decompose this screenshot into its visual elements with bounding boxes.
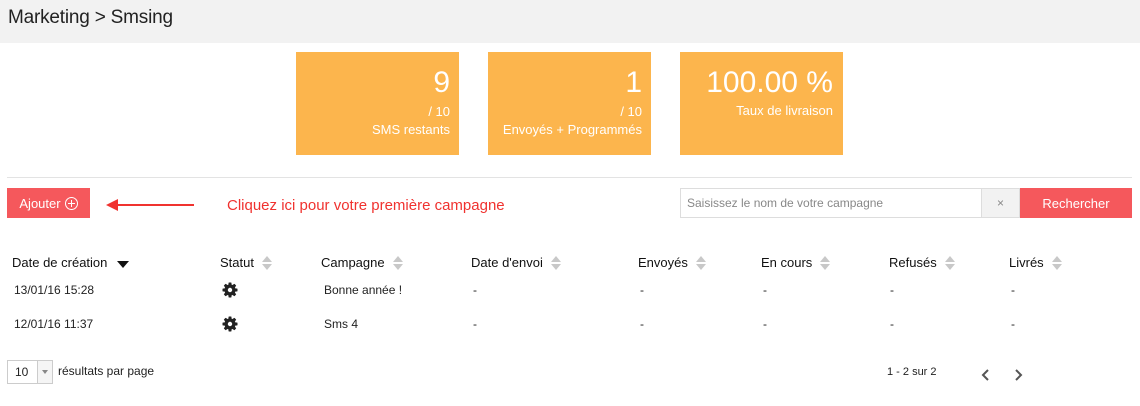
column-header-sent[interactable]: Envoyés xyxy=(638,255,706,270)
cell-sent: - xyxy=(640,317,644,331)
sort-icon xyxy=(1051,255,1062,270)
cell-refused: - xyxy=(890,317,894,331)
per-page-label: résultats par page xyxy=(58,364,155,378)
cell-in-progress: - xyxy=(763,317,767,331)
stat-label: SMS restants xyxy=(371,122,450,137)
cell-delivered: - xyxy=(1011,317,1015,331)
stat-label: Envoyés + Programmés xyxy=(502,122,642,137)
cell-date: 13/01/16 15:28 xyxy=(14,283,95,297)
column-header-send-date[interactable]: Date d'envoi xyxy=(471,255,561,270)
column-header-date-created[interactable]: Date de création xyxy=(12,255,130,270)
stat-delivery-rate: 100.00 % Taux de livraison xyxy=(680,52,843,155)
top-bar: Marketing > Smsing xyxy=(0,0,1140,43)
per-page-select[interactable]: 10 xyxy=(7,360,53,384)
sort-descending-icon xyxy=(117,260,130,268)
gear-icon[interactable] xyxy=(222,316,238,332)
add-campaign-button[interactable]: Ajouter xyxy=(7,188,90,218)
column-header-campaign[interactable]: Campagne xyxy=(321,255,403,270)
pagination-info: 1 - 2 sur 2 xyxy=(887,366,937,378)
column-label: Envoyés xyxy=(638,255,688,270)
sort-icon xyxy=(820,255,831,270)
plus-circle-icon xyxy=(64,196,78,210)
divider xyxy=(7,177,1132,178)
chevron-right-icon[interactable] xyxy=(1012,368,1024,382)
stat-value: 9 xyxy=(433,66,450,99)
column-header-refused[interactable]: Refusés xyxy=(889,255,955,270)
column-header-status[interactable]: Statut xyxy=(220,255,272,270)
stat-value: 100.00 % xyxy=(706,66,833,99)
gear-icon[interactable] xyxy=(222,282,238,298)
stat-value: 1 xyxy=(625,66,642,99)
stat-sent-scheduled: 1 / 10 Envoyés + Programmés xyxy=(488,52,651,155)
sort-icon xyxy=(261,255,272,270)
cell-date: 12/01/16 11:37 xyxy=(14,317,94,331)
first-campaign-hint: Cliquez ici pour votre première campagne xyxy=(227,197,505,214)
column-header-delivered[interactable]: Livrés xyxy=(1009,255,1062,270)
sort-icon xyxy=(392,255,403,270)
stat-total: / 10 xyxy=(428,104,450,119)
cell-in-progress: - xyxy=(763,283,767,297)
column-label: Campagne xyxy=(321,255,385,270)
campaign-search-input[interactable] xyxy=(681,189,981,217)
sort-icon xyxy=(550,255,561,270)
stat-subtext: / 10 Envoyés + Programmés xyxy=(503,103,642,139)
column-label: Date d'envoi xyxy=(471,255,543,270)
cell-send-date: - xyxy=(473,317,477,331)
cell-refused: - xyxy=(890,283,894,297)
column-header-in-progress[interactable]: En cours xyxy=(761,255,831,270)
sort-icon xyxy=(944,255,955,270)
search-box: × xyxy=(680,188,1020,218)
chevron-left-icon[interactable] xyxy=(980,368,992,382)
per-page-value: 10 xyxy=(15,365,29,379)
cell-campaign: Sms 4 xyxy=(324,317,359,331)
column-label: Livrés xyxy=(1009,255,1044,270)
search-button[interactable]: Rechercher xyxy=(1020,188,1132,218)
clear-search-button[interactable]: × xyxy=(981,189,1019,217)
column-label: Date de création xyxy=(12,255,108,270)
cell-delivered: - xyxy=(1011,283,1015,297)
column-label: En cours xyxy=(761,255,813,270)
chevron-down-icon xyxy=(37,361,52,383)
cell-send-date: - xyxy=(473,283,477,297)
stat-sms-remaining: 9 / 10 SMS restants xyxy=(296,52,459,155)
stat-label: Taux de livraison xyxy=(736,103,833,118)
stat-subtext: / 10 SMS restants xyxy=(372,103,450,139)
cell-campaign: Bonne année ! xyxy=(324,283,403,297)
stat-total: / 10 xyxy=(620,104,642,119)
breadcrumb: Marketing > Smsing xyxy=(8,7,173,28)
column-label: Statut xyxy=(220,255,254,270)
arrow-left-icon xyxy=(106,199,194,211)
cell-sent: - xyxy=(640,283,644,297)
sort-icon xyxy=(695,255,706,270)
add-button-label: Ajouter xyxy=(19,195,61,211)
column-label: Refusés xyxy=(889,255,937,270)
